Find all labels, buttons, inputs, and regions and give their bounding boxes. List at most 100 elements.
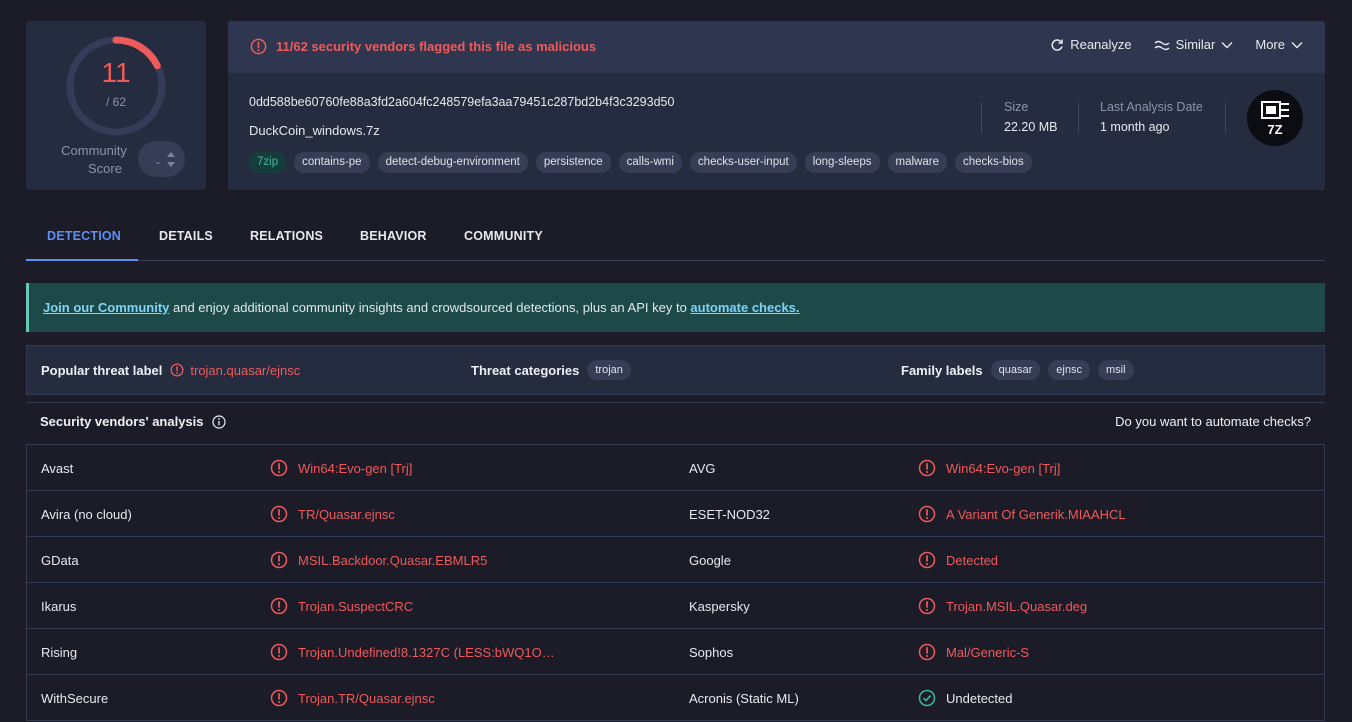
tab-bar: DETECTION DETAILS RELATIONS BEHAVIOR COM…: [26, 218, 1325, 261]
vendor-result: Trojan.MSIL.Quasar.deg: [918, 583, 1087, 629]
vendor-name: Avast: [41, 460, 74, 476]
alert-icon: [270, 689, 288, 707]
vendor-result: Win64:Evo-gen [Trj]: [270, 445, 412, 491]
file-size-label: Size: [1004, 100, 1029, 114]
reanalyze-label: Reanalyze: [1070, 37, 1132, 52]
vendor-result: MSIL.Backdoor.Quasar.EBMLR5: [270, 537, 487, 583]
malicious-alert: 11/62 security vendors flagged this file…: [250, 38, 596, 55]
file-tag[interactable]: checks-bios: [954, 152, 1032, 173]
info-icon[interactable]: [211, 414, 226, 429]
similar-button[interactable]: Similar: [1154, 37, 1234, 52]
tab-relations[interactable]: RELATIONS: [229, 218, 344, 261]
vendor-name: WithSecure: [41, 690, 109, 706]
more-label: More: [1255, 37, 1285, 52]
vendor-result-text: Detected: [946, 552, 999, 568]
file-tag[interactable]: long-sleeps: [804, 152, 880, 173]
popular-threat-label: Popular threat label trojan.quasar/ejnsc: [41, 346, 300, 394]
threat-categories: Threat categories trojan: [471, 346, 631, 394]
vendor-name: Google: [689, 552, 731, 568]
family-labels: Family labels quasar ejnsc msil: [901, 346, 1134, 394]
file-type-badge: 7Z: [1247, 90, 1303, 146]
family-pill[interactable]: ejnsc: [1048, 360, 1090, 380]
vendor-result-text: Trojan.Undefined!8.1327C (LESS:bWQ1O…: [298, 644, 555, 660]
vendor-result: Trojan.TR/Quasar.ejnsc: [270, 675, 435, 721]
vendor-row: Ikarus Trojan.SuspectCRC Kaspersky Trojan.M…: [27, 583, 1324, 629]
divider: [1078, 103, 1079, 133]
vendor-name: ESET-NOD32: [689, 506, 770, 522]
alert-icon: [918, 551, 936, 569]
file-tag[interactable]: detect-debug-environment: [377, 152, 528, 173]
community-banner: Join our Community and enjoy additional …: [26, 283, 1325, 332]
vendor-result-text: TR/Quasar.ejnsc: [298, 506, 395, 522]
file-tag[interactable]: malware: [887, 152, 947, 173]
file-hash[interactable]: 0dd588be60760fe88a3fd2a604fc248579efa3aa…: [249, 95, 674, 109]
join-community-link[interactable]: Join our Community: [43, 300, 169, 315]
file-tag[interactable]: 7zip: [249, 152, 287, 173]
zip-file-icon: 7Z: [1261, 101, 1289, 137]
popular-threat-value[interactable]: trojan.quasar/ejnsc: [170, 363, 300, 378]
vendor-name: Rising: [41, 644, 78, 660]
tab-community[interactable]: COMMUNITY: [443, 218, 564, 261]
alert-text: 11/62 security vendors flagged this file…: [276, 39, 597, 54]
vendor-result: TR/Quasar.ejnsc: [270, 491, 395, 537]
reanalyze-button[interactable]: Reanalyze: [1050, 37, 1132, 52]
vendor-result-text: MSIL.Backdoor.Quasar.EBMLR5: [298, 552, 488, 568]
family-labels-title: Family labels: [901, 362, 983, 378]
divider: [981, 103, 982, 133]
file-size-value: 22.20 MB: [1004, 120, 1058, 134]
vendor-row: Avira (no cloud) TR/Quasar.ejnsc ESET-NOD3…: [27, 491, 1324, 537]
category-pill[interactable]: trojan: [587, 360, 631, 380]
automate-checks-prompt[interactable]: Do you want to automate checks?: [1115, 414, 1311, 429]
vendor-result-text: Mal/Generic-S: [946, 644, 1030, 660]
vendors-title: Security vendors' analysis: [40, 414, 204, 429]
file-tag[interactable]: contains-pe: [294, 152, 370, 173]
vendor-result: Trojan.Undefined!8.1327C (LESS:bWQ1O…: [270, 629, 555, 675]
automate-checks-link[interactable]: automate checks.: [690, 300, 799, 315]
vendors-table: Avast Win64:Evo-gen [Trj] AVG Win64:Evo-gen…: [26, 444, 1325, 721]
file-tag[interactable]: calls-wmi: [618, 152, 682, 173]
vendor-row: Avast Win64:Evo-gen [Trj] AVG Win64:Evo-gen…: [27, 445, 1324, 491]
vendor-result-text: Trojan.TR/Quasar.ejnsc: [298, 690, 435, 706]
tab-detection[interactable]: DETECTION: [26, 218, 138, 261]
tab-details[interactable]: DETAILS: [138, 218, 234, 261]
last-analysis-value: 1 month ago: [1100, 120, 1170, 134]
file-name: DuckCoin_windows.7z: [249, 123, 380, 138]
vendor-result-text: A Variant Of Generik.MIAAHCL: [946, 506, 1126, 522]
vote-down-icon[interactable]: [167, 162, 175, 167]
threat-summary: Popular threat label trojan.quasar/ejnsc…: [26, 345, 1325, 395]
vendor-result: A Variant Of Generik.MIAAHCL: [918, 491, 1126, 537]
vendor-name: Acronis (Static ML): [689, 690, 799, 706]
vendor-result-text: Win64:Evo-gen [Trj]: [298, 460, 413, 476]
vendor-result: Detected: [918, 537, 998, 583]
family-pill[interactable]: quasar: [990, 360, 1041, 380]
refresh-icon: [1051, 38, 1063, 51]
family-pill[interactable]: msil: [1097, 360, 1134, 380]
alert-icon: [918, 643, 936, 661]
vendor-result-text: Trojan.MSIL.Quasar.deg: [946, 598, 1088, 614]
popular-threat-title: Popular threat label: [41, 362, 163, 378]
file-type-label: 7Z: [1267, 122, 1282, 137]
check-circle-icon: [918, 689, 936, 707]
chevron-down-icon: [1221, 41, 1233, 48]
alert-icon: [270, 505, 288, 523]
popular-threat-text: trojan.quasar/ejnsc: [190, 362, 301, 378]
vendor-result: Win64:Evo-gen [Trj]: [918, 445, 1060, 491]
community-score-vote[interactable]: -: [138, 141, 185, 177]
chevron-down-icon: [1291, 41, 1303, 48]
vendor-row: Rising Trojan.Undefined!8.1327C (LESS:bWQ…: [27, 629, 1324, 675]
tab-behavior[interactable]: BEHAVIOR: [339, 218, 448, 261]
file-tag[interactable]: persistence: [535, 152, 611, 173]
file-tag[interactable]: checks-user-input: [689, 152, 797, 173]
vote-up-icon[interactable]: [167, 152, 175, 157]
alert-icon: [270, 551, 288, 569]
vendor-result: Undetected: [918, 675, 1013, 721]
vendor-name: GData: [41, 552, 79, 568]
more-button[interactable]: More: [1255, 37, 1303, 52]
detection-score-card: 11 / 62 Community Score -: [26, 21, 206, 190]
alert-icon: [270, 597, 288, 615]
file-size: Size 22.20 MB: [1004, 100, 1058, 134]
similar-icon: [1154, 40, 1170, 50]
vendor-result-text: Win64:Evo-gen [Trj]: [946, 460, 1061, 476]
summary-header: 11/62 security vendors flagged this file…: [228, 21, 1325, 73]
vendor-result-text: Undetected: [946, 690, 1013, 706]
